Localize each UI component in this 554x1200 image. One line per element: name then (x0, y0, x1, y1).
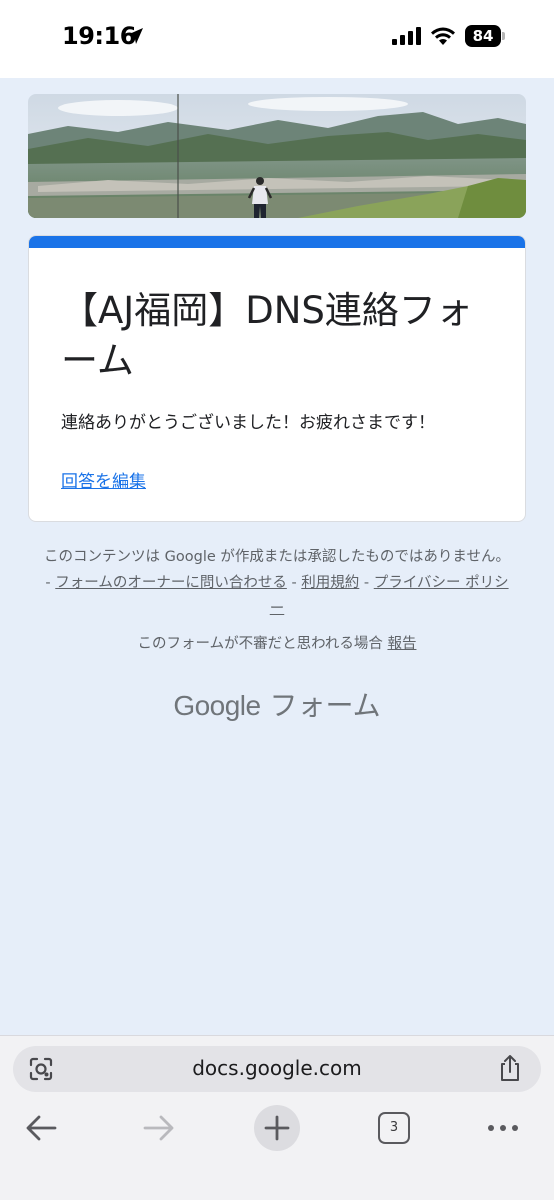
separator: - (286, 575, 302, 591)
terms-link[interactable]: 利用規約 (301, 575, 359, 591)
new-tab-icon (264, 1115, 290, 1141)
report-line: このフォームが不審だと思われる場合 報告 (0, 632, 554, 653)
share-icon[interactable] (498, 1054, 522, 1082)
disclaimer: このコンテンツは Google が作成または承認したものではありません。 - フ… (40, 544, 514, 622)
battery-level: 84 (465, 25, 501, 47)
tab-count: 3 (389, 1120, 399, 1135)
new-tab-button[interactable] (254, 1105, 300, 1151)
tabs-button[interactable]: 3 (378, 1112, 410, 1144)
form-title: 【AJ福岡】DNS連絡フォーム (61, 289, 473, 382)
url-text[interactable]: docs.google.com (0, 1056, 554, 1080)
status-bar: 19:16 84 (0, 0, 554, 78)
card-accent-bar (29, 236, 525, 248)
wifi-icon (431, 27, 455, 45)
separator: - (359, 575, 374, 591)
forward-icon[interactable] (142, 1112, 176, 1144)
battery-icon: 84 (465, 25, 505, 47)
location-arrow-icon (127, 28, 143, 44)
status-time: 19:16 (62, 22, 136, 50)
more-icon[interactable] (486, 1122, 520, 1134)
form-header-image (28, 94, 526, 218)
contact-owner-link[interactable]: フォームのオーナーに問い合わせる (55, 575, 287, 591)
brand-forms: フォーム (260, 689, 381, 722)
back-icon[interactable] (24, 1112, 58, 1144)
form-card: 【AJ福岡】DNS連絡フォーム 連絡ありがとうございました！お疲れさまです！ 回… (28, 235, 526, 522)
edit-response-link[interactable]: 回答を編集 (61, 467, 146, 492)
confirmation-message: 連絡ありがとうございました！お疲れさまです！ (61, 413, 435, 433)
google-forms-logo: Google フォーム (0, 684, 554, 724)
signal-icon (392, 27, 421, 45)
report-link[interactable]: 報告 (387, 636, 416, 652)
report-text: このフォームが不審だと思われる場合 (137, 636, 388, 652)
brand-google: Google (173, 690, 261, 721)
